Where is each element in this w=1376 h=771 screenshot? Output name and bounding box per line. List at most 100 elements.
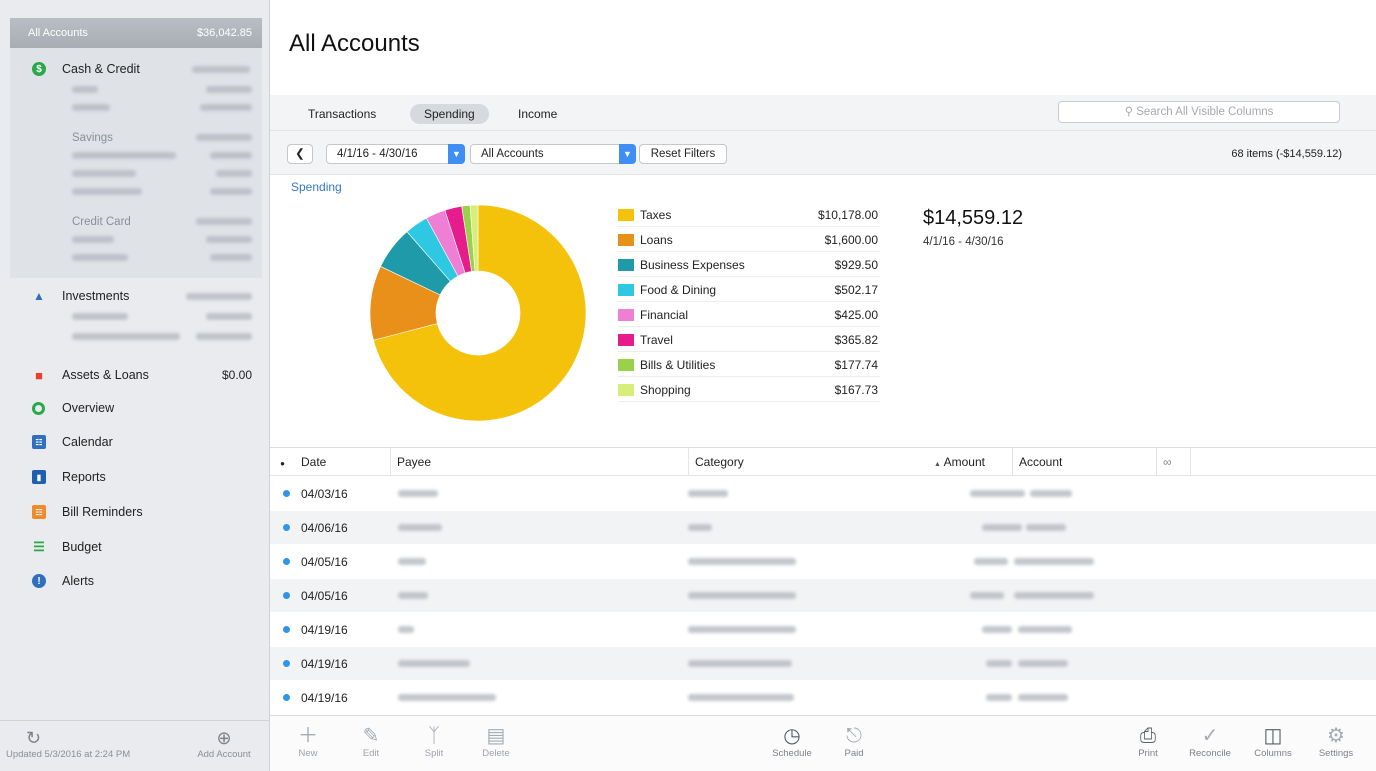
add-account-button[interactable]: ⊕ Add Account: [186, 727, 262, 760]
cell-payee-blurred: [398, 524, 442, 531]
sidebar-item-label: Overview: [62, 401, 115, 415]
cell-date: 04/19/16: [301, 657, 348, 671]
edit-button[interactable]: ✎ Edit: [343, 724, 399, 759]
add-account-label: Add Account: [197, 749, 251, 760]
tab-transactions[interactable]: Transactions: [294, 104, 390, 124]
paid-label: Paid: [844, 748, 864, 759]
blurred-account: [72, 236, 114, 243]
cell-amount-blurred: [974, 558, 1008, 565]
column-header-account[interactable]: Account: [1012, 448, 1156, 476]
stamp-icon: ⎋: [846, 725, 862, 747]
table-row[interactable]: 04/19/16: [270, 647, 1376, 680]
sidebar-item-investments[interactable]: ▲ Investments: [10, 285, 262, 307]
search-icon: ⚲: [1124, 106, 1133, 118]
cell-category-blurred: [688, 660, 792, 667]
gear-icon: ⚙: [1327, 725, 1345, 747]
tab-income[interactable]: Income: [504, 104, 571, 124]
updated-status: Updated 5/3/2016 at 2:24 PM: [6, 749, 131, 760]
investments-group: ▲ Investments: [10, 283, 262, 355]
sidebar-item-amount: $36,042.85: [196, 27, 252, 39]
legend-category: Loans: [640, 233, 673, 247]
reconcile-label: Reconcile: [1189, 748, 1231, 759]
sidebar-item-alerts[interactable]: ! Alerts: [10, 568, 262, 594]
sidebar-item-overview[interactable]: Overview: [10, 395, 262, 421]
add-circle-icon: ⊕: [216, 728, 232, 748]
legend-value: $929.50: [834, 258, 878, 272]
table-row[interactable]: 04/06/16: [270, 511, 1376, 544]
legend-value: $167.73: [834, 383, 878, 397]
blurred-amount: [206, 313, 252, 320]
sidebar-item-label: Assets & Loans: [62, 368, 149, 382]
search-input[interactable]: ⚲ Search All Visible Columns: [1058, 101, 1340, 123]
status-column-header[interactable]: ●: [270, 448, 295, 476]
legend-category: Travel: [640, 333, 673, 347]
cell-date: 04/19/16: [301, 691, 348, 705]
sidebar-item-budget[interactable]: ☰ Budget: [10, 534, 262, 560]
delete-button[interactable]: ▤ Delete: [468, 724, 524, 759]
legend-value: $425.00: [834, 308, 878, 322]
investments-chart-icon: ▲: [33, 289, 45, 303]
chevron-down-icon: ▼: [619, 144, 636, 164]
cell-category-blurred: [688, 490, 728, 497]
cell-payee-blurred: [398, 592, 428, 599]
reset-filters-button[interactable]: Reset Filters: [639, 144, 727, 164]
back-button[interactable]: ❮: [287, 144, 313, 164]
blurred-account: [72, 313, 128, 320]
sidebar-item-bill-reminders[interactable]: ☷ Bill Reminders: [10, 499, 262, 525]
table-row[interactable]: 04/05/16: [270, 579, 1376, 612]
refresh-icon: ↻: [26, 728, 42, 748]
column-header-amount[interactable]: ▲ Amount: [928, 448, 1012, 476]
tab-spending[interactable]: Spending: [410, 104, 489, 124]
reports-icon: ▮: [32, 470, 46, 484]
cell-date: 04/05/16: [301, 589, 348, 603]
checkmark-icon: ✓: [1201, 725, 1219, 747]
status-dot-icon: [283, 592, 290, 599]
table-row[interactable]: 04/19/16: [270, 613, 1376, 646]
sidebar-item-cash-credit[interactable]: $ Cash & Credit: [10, 58, 262, 80]
print-button[interactable]: ⎙ Print: [1120, 724, 1176, 759]
sidebar-item-label: Bill Reminders: [62, 505, 143, 519]
cell-category-blurred: [688, 558, 796, 565]
columns-button[interactable]: ◫ Columns: [1245, 724, 1301, 759]
cell-date: 04/19/16: [301, 623, 348, 637]
spending-link[interactable]: Spending: [291, 180, 342, 194]
cell-category-blurred: [688, 694, 794, 701]
cell-category-blurred: [688, 592, 796, 599]
column-header-payee[interactable]: Payee: [390, 448, 688, 476]
cell-amount-blurred: [986, 660, 1012, 667]
settings-button[interactable]: ⚙ Settings: [1308, 724, 1364, 759]
sidebar-item-reports[interactable]: ▮ Reports: [10, 464, 262, 490]
account-select[interactable]: All Accounts ▼: [470, 144, 636, 164]
table-row[interactable]: 04/03/16: [270, 477, 1376, 510]
search-placeholder: Search All Visible Columns: [1136, 106, 1274, 118]
paid-button[interactable]: ⎋ Paid: [826, 724, 882, 759]
blurred-account: [72, 86, 98, 93]
reconcile-button[interactable]: ✓ Reconcile: [1182, 724, 1238, 759]
car-icon: ■: [35, 367, 43, 383]
dot-icon: ●: [280, 459, 285, 468]
legend-swatch: [618, 359, 634, 371]
table-row[interactable]: 04/05/16: [270, 545, 1376, 578]
split-label: Split: [424, 748, 444, 759]
transactions-table: ● Date Payee Category ▲ Amount Account ∞…: [270, 447, 1376, 715]
column-header-date[interactable]: Date: [295, 448, 390, 476]
bill-reminders-icon: ☷: [32, 505, 46, 519]
legend-category: Taxes: [640, 208, 672, 222]
legend-row: Loans $1,600.00: [618, 228, 880, 252]
schedule-button[interactable]: ◷ Schedule: [764, 724, 820, 759]
sidebar-item-assets-loans[interactable]: ■ Assets & Loans $0.00: [10, 362, 262, 388]
cell-account-blurred: [1026, 524, 1066, 531]
column-header-category[interactable]: Category: [688, 448, 928, 476]
cell-date: 04/05/16: [301, 555, 348, 569]
split-button[interactable]: ᛉ Split: [406, 724, 462, 759]
new-button[interactable]: ＋ New: [280, 724, 336, 759]
sidebar-item-all-accounts[interactable]: All Accounts $36,042.85: [10, 18, 262, 48]
table-row[interactable]: 04/19/16: [270, 681, 1376, 714]
column-header-attachment[interactable]: ∞: [1156, 448, 1190, 476]
status-dot-icon: [283, 694, 290, 701]
sidebar-item-calendar[interactable]: ☷ Calendar: [10, 429, 262, 455]
cell-date: 04/03/16: [301, 487, 348, 501]
plus-icon: ＋: [298, 725, 318, 747]
refresh-button[interactable]: ↻ Updated 5/3/2016 at 2:24 PM: [6, 727, 146, 760]
date-range-select[interactable]: 4/1/16 - 4/30/16 ▼: [326, 144, 465, 164]
